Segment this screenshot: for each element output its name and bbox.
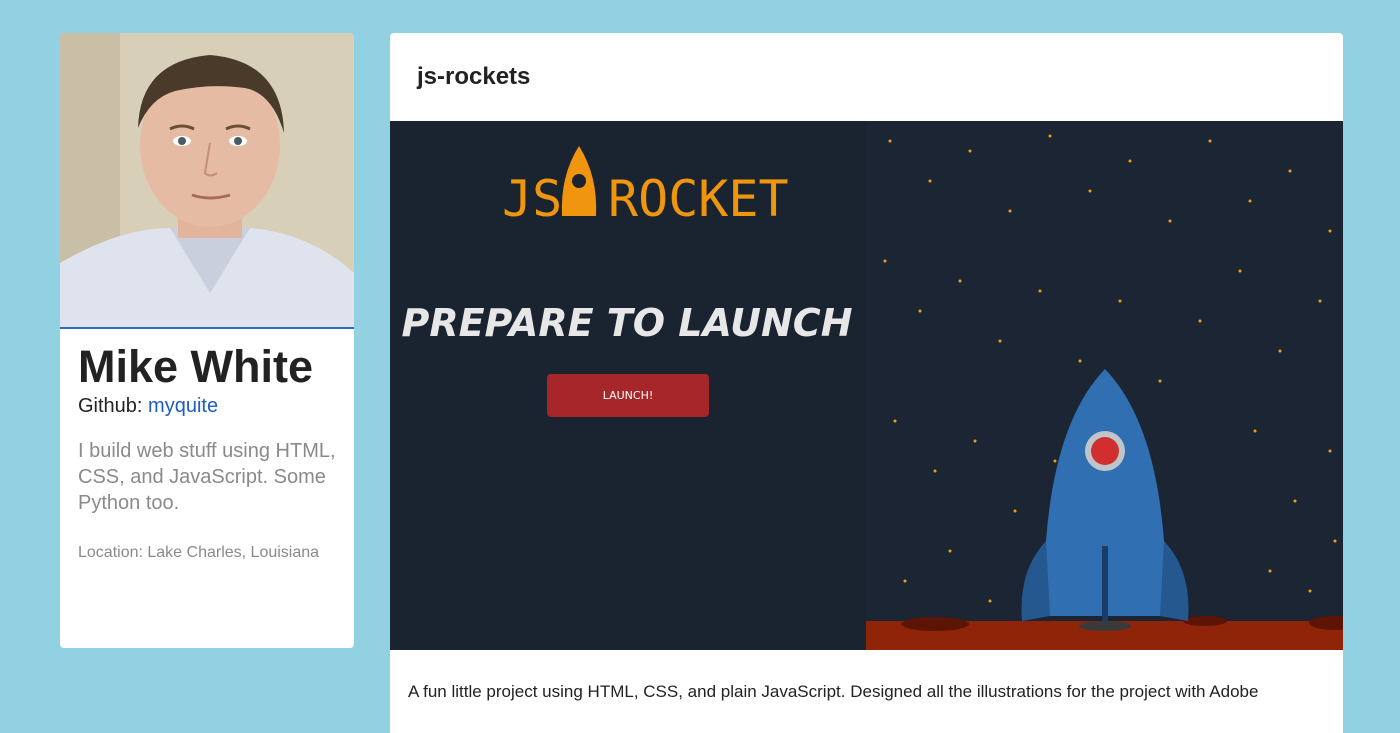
project-card: js-rockets JS ROCKET PREPARE TO LAUNCH L…: [390, 33, 1343, 733]
headline: PREPARE TO LAUNCH: [401, 301, 852, 345]
project-screenshot[interactable]: JS ROCKET PREPARE TO LAUNCH LAUNCH!: [390, 121, 1343, 650]
profile-bio: I build web stuff using HTML, CSS, and J…: [78, 440, 336, 514]
project-title[interactable]: js-rockets: [390, 33, 1343, 121]
svg-text:JS: JS: [502, 170, 562, 228]
svg-text:ROCKET: ROCKET: [608, 170, 789, 228]
github-link[interactable]: myquite: [148, 395, 218, 417]
github-line: Github: myquite: [78, 395, 354, 418]
github-label: Github:: [78, 395, 149, 417]
profile-location: Location: Lake Charles, Louisiana: [78, 544, 320, 561]
launch-button[interactable]: LAUNCH!: [547, 374, 709, 417]
project-description: A fun little project using HTML, CSS, an…: [408, 682, 1259, 701]
profile-name: Mike White: [78, 341, 314, 392]
avatar: [60, 33, 354, 329]
profile-card: Mike White Github: myquite I build web s…: [60, 33, 354, 648]
